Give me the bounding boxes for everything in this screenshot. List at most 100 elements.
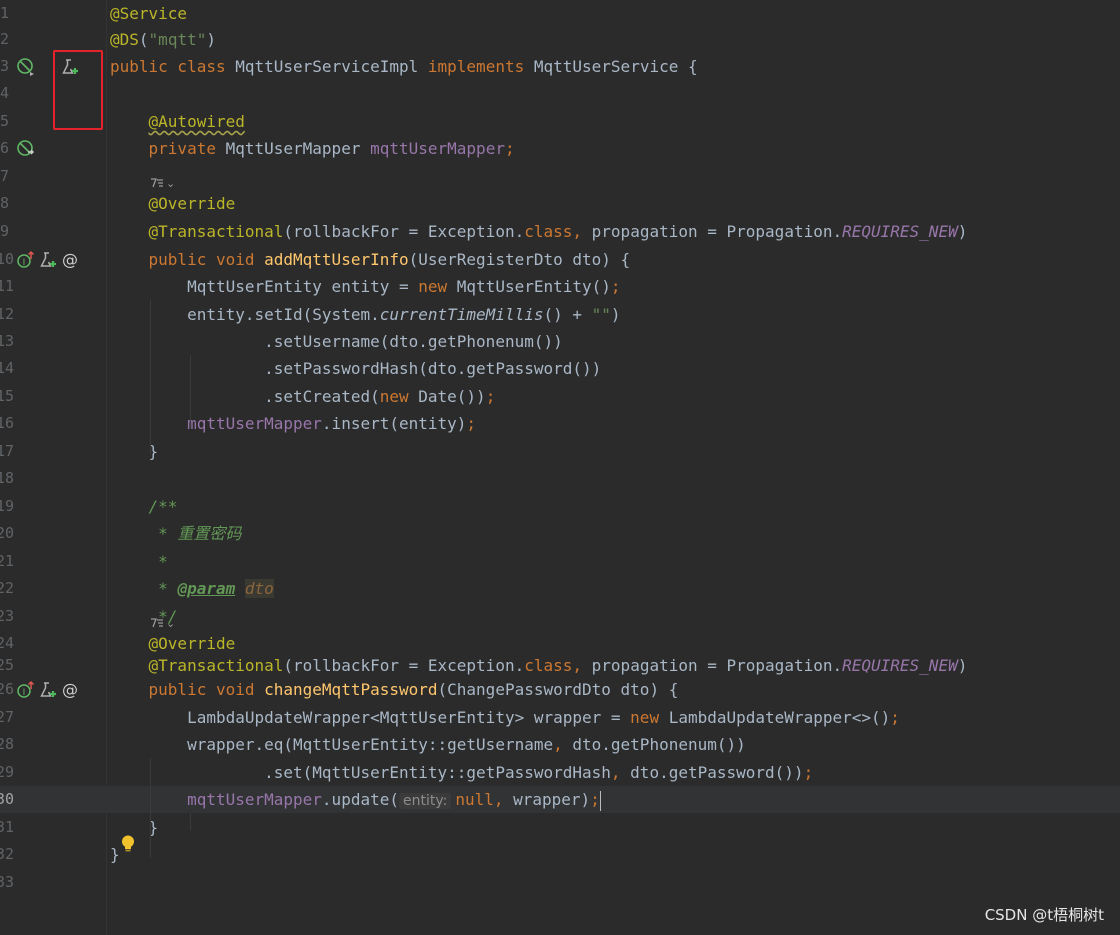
code-text[interactable]: @Transactional(rollbackFor = Exception.c…: [110, 652, 968, 679]
code-text[interactable]: * 重置密码: [110, 520, 241, 547]
line-number: 29: [0, 763, 14, 781]
run-test-icon[interactable]: [38, 250, 58, 270]
code-text[interactable]: mqttUserMapper.insert(entity);: [110, 410, 476, 437]
code-line[interactable]: 17 }: [0, 438, 1120, 465]
code-text[interactable]: entity.setId(System.currentTimeMillis() …: [110, 301, 621, 328]
indent-guide: [190, 813, 191, 830]
line-number: 25: [0, 656, 14, 674]
code-line[interactable]: 25 @Transactional(rollbackFor = Exceptio…: [0, 652, 1120, 679]
code-line[interactable]: 3 public class MqttUserServiceImpl implem…: [0, 53, 1120, 80]
code-token: @Override: [148, 194, 236, 213]
svg-text:@: @: [62, 680, 78, 699]
gutter-icons: [14, 704, 106, 731]
code-text[interactable]: @Service: [110, 0, 187, 27]
code-line[interactable]: 2 @DS("mqtt"): [0, 26, 1120, 53]
code-token: Date()): [418, 387, 486, 406]
code-text[interactable]: public void addMqttUserInfo(UserRegister…: [110, 246, 631, 273]
code-token: ): [610, 305, 621, 324]
code-token: @Transactional: [148, 656, 284, 675]
code-text[interactable]: .setUsername(dto.getPhonenum()): [110, 328, 563, 355]
line-number: 23: [0, 607, 14, 625]
code-line[interactable]: 31 }: [0, 814, 1120, 841]
code-line[interactable]: 8 @Override: [0, 190, 1120, 217]
code-line[interactable]: 6 private MqttUserMapper mqttUserMapper;: [0, 135, 1120, 162]
line-number: 30: [0, 790, 14, 808]
code-line[interactable]: 4: [0, 80, 1120, 107]
gutter-icons: [14, 26, 106, 53]
code-line[interactable]: 14 .setPasswordHash(dto.getPassword()): [0, 355, 1120, 382]
line-number: 33: [0, 873, 14, 891]
code-line[interactable]: 13 .setUsername(dto.getPhonenum()): [0, 328, 1120, 355]
code-line[interactable]: 21 *: [0, 548, 1120, 575]
gutter-icons: [14, 841, 106, 868]
code-text[interactable]: .set(MqttUserEntity::getPasswordHash, dt…: [110, 759, 813, 786]
code-text[interactable]: wrapper.eq(MqttUserEntity::getUsername, …: [110, 731, 746, 758]
code-text[interactable]: private MqttUserMapper mqttUserMapper;: [110, 135, 515, 162]
code-line[interactable]: 32}: [0, 841, 1120, 868]
code-text[interactable]: MqttUserEntity entity = new MqttUserEnti…: [110, 273, 620, 300]
code-line[interactable]: 29 .set(MqttUserEntity::getPasswordHash,…: [0, 759, 1120, 786]
code-line[interactable]: 33: [0, 869, 1120, 896]
code-text[interactable]: public class MqttUserServiceImpl impleme…: [110, 53, 698, 80]
code-line[interactable]: 19 /**: [0, 493, 1120, 520]
code-line[interactable]: 5 @Autowired: [0, 108, 1120, 135]
implements-icon[interactable]: I: [16, 680, 36, 700]
run-test-icon[interactable]: [38, 680, 58, 700]
line-number: 11: [0, 277, 14, 295]
code-line[interactable]: 26 I @ public void changeMqttPassword(Chan…: [0, 676, 1120, 703]
code-token: @Autowired: [148, 112, 245, 131]
code-token: null,: [455, 790, 514, 809]
code-token: MqttUserEntity entity =: [110, 277, 419, 296]
code-line[interactable]: 22 * @param dto: [0, 575, 1120, 602]
code-text[interactable]: @Override: [110, 190, 236, 217]
code-text[interactable]: public void changeMqttPassword(ChangePas…: [110, 676, 679, 703]
code-line[interactable]: 10 I @ public void addMqttUserInfo(UserReg…: [0, 246, 1120, 273]
code-line[interactable]: 28 wrapper.eq(MqttUserEntity::getUsernam…: [0, 731, 1120, 758]
code-text[interactable]: @DS("mqtt"): [110, 26, 216, 53]
code-text[interactable]: LambdaUpdateWrapper<MqttUserEntity> wrap…: [110, 704, 900, 731]
watermark: CSDN @t梧桐树t: [984, 906, 1104, 924]
line-number: 22: [0, 579, 14, 597]
code-text[interactable]: /**: [110, 493, 178, 520]
bean-navigate-icon[interactable]: [16, 139, 36, 159]
code-token: new: [630, 708, 669, 727]
no-bean-icon[interactable]: [16, 57, 36, 77]
code-text[interactable]: *: [110, 548, 168, 575]
code-text[interactable]: @Autowired: [110, 108, 245, 135]
lightbulb-icon[interactable]: [119, 834, 137, 854]
code-token: "": [591, 305, 611, 324]
code-text[interactable]: .setCreated(new Date());: [110, 383, 495, 410]
code-token: mqttUserMapper: [187, 790, 322, 809]
code-text[interactable]: mqttUserMapper.update(entity: null, wrapp…: [110, 786, 601, 813]
code-line[interactable]: 12 entity.setId(System.currentTimeMillis…: [0, 301, 1120, 328]
code-editor[interactable]: 1 @Service 2 @DS("mqtt") 3 public class MqttU…: [0, 0, 1120, 935]
code-token: (ChangePasswordDto dto) {: [437, 680, 679, 699]
gutter-icons: [14, 438, 106, 465]
code-token: dto.getPassword()): [630, 763, 804, 782]
code-line[interactable]: 15 .setCreated(new Date());: [0, 383, 1120, 410]
implements-icon[interactable]: I: [16, 250, 36, 270]
code-line[interactable]: 18: [0, 465, 1120, 492]
code-line[interactable]: 16 mqttUserMapper.insert(entity);: [0, 410, 1120, 437]
code-text[interactable]: * @param dto: [110, 575, 274, 602]
line-number: 6: [0, 139, 10, 157]
code-text[interactable]: .setPasswordHash(dto.getPassword()): [110, 355, 601, 382]
code-line[interactable]: 11 MqttUserEntity entity = new MqttUserE…: [0, 273, 1120, 300]
code-token: *: [110, 579, 178, 598]
code-token: public void: [148, 250, 265, 269]
gutter-icons: [14, 328, 106, 355]
text-caret: [599, 790, 601, 811]
mapping-icon[interactable]: @: [60, 680, 80, 700]
code-line[interactable]: 9 @Transactional(rollbackFor = Exception…: [0, 218, 1120, 245]
code-line[interactable]: 30 mqttUserMapper.update(entity: null, wr…: [0, 786, 1120, 813]
code-line[interactable]: 20 * 重置密码: [0, 520, 1120, 547]
code-text[interactable]: @Transactional(rollbackFor = Exception.c…: [110, 218, 968, 245]
code-token: ): [206, 30, 216, 49]
code-token: (UserRegisterDto dto) {: [408, 250, 631, 269]
code-line[interactable]: 27 LambdaUpdateWrapper<MqttUserEntity> w…: [0, 704, 1120, 731]
code-line[interactable]: 1 @Service: [0, 0, 1120, 27]
mapping-icon[interactable]: @: [60, 250, 80, 270]
